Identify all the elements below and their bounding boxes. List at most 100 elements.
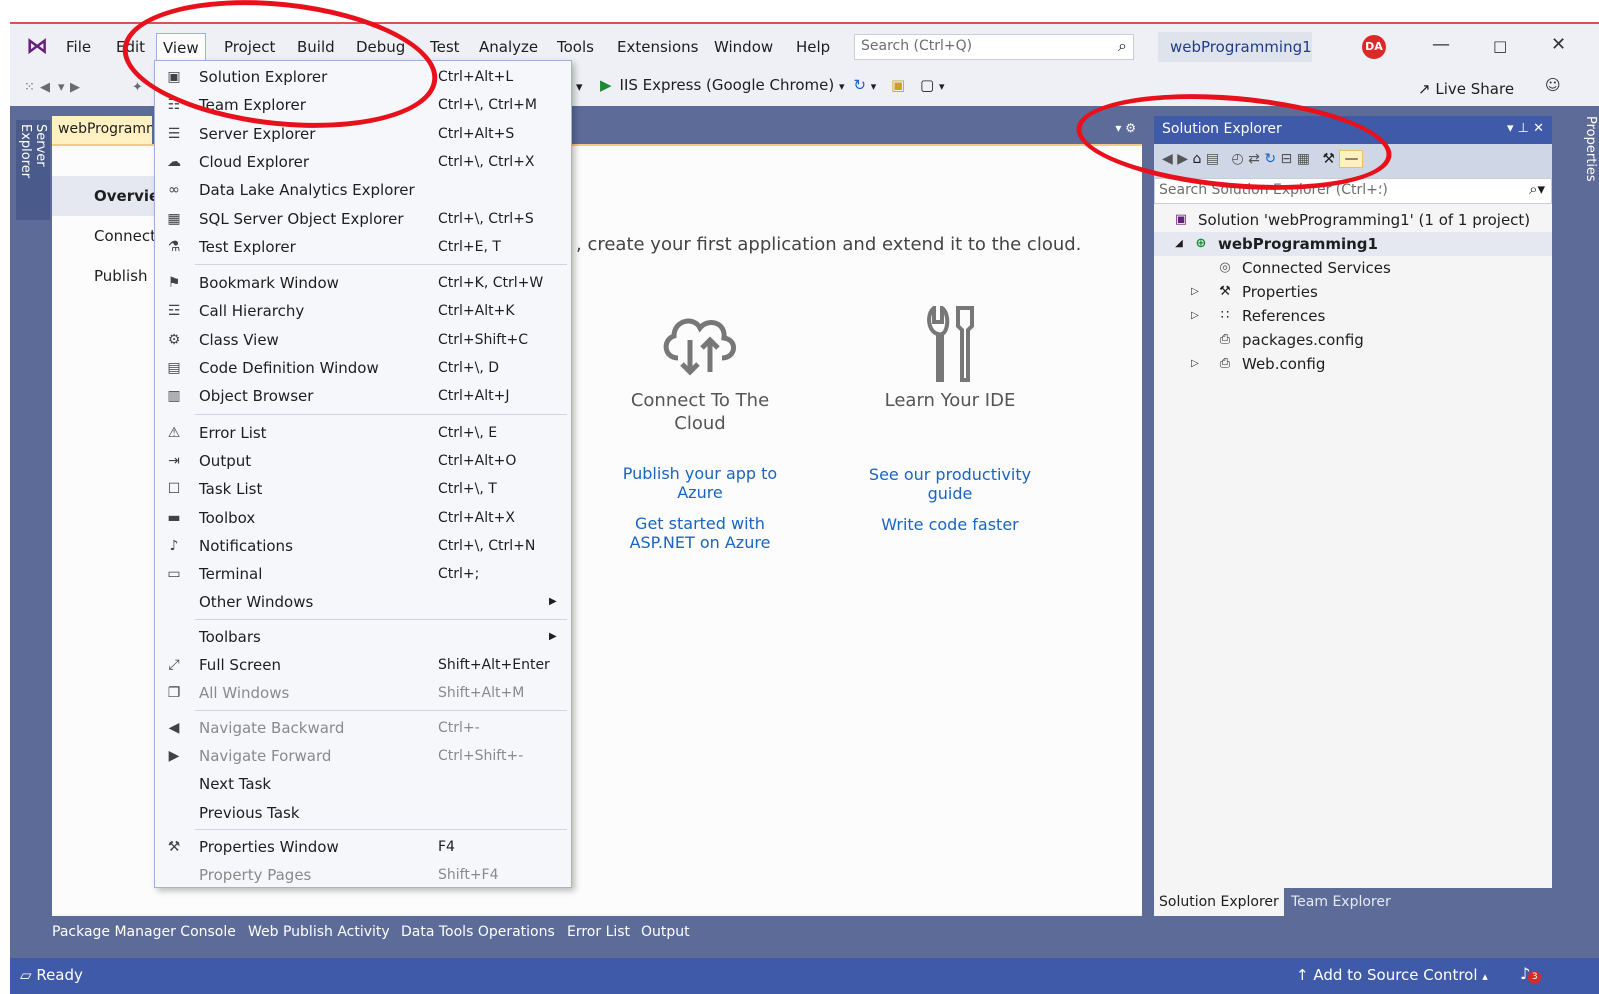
new-project-icon[interactable]: ✦ (132, 80, 143, 95)
menu-help[interactable]: Help (790, 36, 836, 58)
view-menu-item-notifications[interactable]: ♪ Notifications Ctrl+\, Ctrl+N (155, 532, 571, 560)
view-menu-item-full-screen[interactable]: ⤢ Full Screen Shift+Alt+Enter (155, 651, 571, 679)
menu-view[interactable]: View (156, 33, 206, 63)
view-menu-item-sql-server-object-explorer[interactable]: ▦ SQL Server Object Explorer Ctrl+\, Ctrl+… (155, 205, 571, 233)
tab-package-manager-console[interactable]: Package Manager Console (52, 924, 236, 940)
config-dropdown-icon[interactable]: ▾ (576, 80, 583, 95)
view-menu-item-navigate-backward[interactable]: ◀ Navigate Backward Ctrl+- (155, 714, 571, 742)
view-menu-item-call-hierarchy[interactable]: ☲ Call Hierarchy Ctrl+Alt+K (155, 297, 571, 325)
tree-web-config[interactable]: ▷ ⎙ Web.config (1154, 352, 1552, 376)
view-menu-item-solution-explorer[interactable]: ▣ Solution Explorer Ctrl+Alt+L (155, 63, 571, 91)
view-menu-item-code-definition-window[interactable]: ▤ Code Definition Window Ctrl+\, D (155, 354, 571, 382)
menu-file[interactable]: File (60, 36, 97, 58)
properties-side-tab[interactable]: Properties (1583, 116, 1598, 182)
view-menu-item-properties-window[interactable]: ⚒ Properties Window F4 (155, 833, 571, 861)
view-menu-item-server-explorer[interactable]: ☰ Server Explorer Ctrl+Alt+S (155, 120, 571, 148)
sync-icon[interactable]: ⇄ (1248, 151, 1260, 167)
menu-project[interactable]: Project (218, 36, 281, 58)
view-menu-item-class-view[interactable]: ⚙ Class View Ctrl+Shift+C (155, 326, 571, 354)
se-properties-icon[interactable]: ⚒ (1322, 151, 1335, 167)
view-menu-item-toolbars[interactable]: Toolbars ▶ (155, 623, 571, 651)
view-menu-item-task-list[interactable]: ☐ Task List Ctrl+\, T (155, 475, 571, 503)
nav-overview[interactable]: Overview (52, 176, 173, 216)
back-icon[interactable]: ◀ (40, 80, 50, 95)
close-icon[interactable]: ✕ (1551, 34, 1566, 55)
view-menu-item-previous-task[interactable]: Previous Task (155, 799, 571, 827)
tab-error-list[interactable]: Error List (567, 924, 630, 940)
tab-data-tools-operations[interactable]: Data Tools Operations (401, 924, 555, 940)
device-icon[interactable]: ▢ (920, 76, 934, 94)
tree-properties[interactable]: ▷ ⚒ Properties (1154, 280, 1552, 304)
add-to-source-control-button[interactable]: ↑ Add to Source Control ▴ (1296, 966, 1488, 984)
collapsed-chevron-icon[interactable]: ▷ (1188, 304, 1202, 328)
view-menu-item-next-task[interactable]: Next Task (155, 770, 571, 798)
menu-edit[interactable]: Edit (110, 36, 151, 58)
pending-changes-icon[interactable]: ◴ (1232, 151, 1244, 167)
avatar[interactable]: DA (1362, 35, 1386, 59)
server-explorer-side-tab[interactable]: Server Explorer (16, 120, 50, 220)
view-menu-item-all-windows[interactable]: ❐ All Windows Shift+Alt+M (155, 679, 571, 707)
menu-analyze[interactable]: Analyze (473, 36, 544, 58)
tab-team-explorer[interactable]: Team Explorer (1286, 888, 1396, 916)
view-menu-item-data-lake-analytics-explorer[interactable]: ∞ Data Lake Analytics Explorer (155, 176, 571, 204)
view-menu-item-object-browser[interactable]: ▥ Object Browser Ctrl+Alt+J (155, 382, 571, 410)
collapse-all-icon[interactable]: ⊟ (1281, 151, 1293, 167)
view-menu-item-toolbox[interactable]: ▬ Toolbox Ctrl+Alt+X (155, 504, 571, 532)
se-refresh-icon[interactable]: ↻ (1264, 151, 1276, 167)
collapsed-chevron-icon[interactable]: ▷ (1188, 352, 1202, 376)
tree-solution-node[interactable]: ▣ Solution 'webProgramming1' (1 of 1 pro… (1154, 208, 1552, 232)
home-icon[interactable]: ⌂ (1192, 151, 1201, 167)
notifications-button[interactable]: ♪ 3 (1520, 964, 1542, 984)
menu-tools[interactable]: Tools (551, 36, 600, 58)
tab-output[interactable]: Output (641, 924, 690, 940)
menu-debug[interactable]: Debug (350, 36, 411, 58)
view-menu-item-cloud-explorer[interactable]: ☁ Cloud Explorer Ctrl+\, Ctrl+X (155, 148, 571, 176)
panel-controls-icon[interactable]: ▾ ⊥ ✕ (1507, 121, 1544, 136)
forward-icon[interactable]: ▶ (70, 80, 80, 95)
view-menu-item-property-pages[interactable]: Property Pages Shift+F4 (155, 861, 571, 889)
maximize-icon[interactable]: □ (1493, 37, 1507, 55)
expanded-chevron-icon[interactable]: ◢ (1172, 232, 1186, 256)
menu-test[interactable]: Test (424, 36, 466, 58)
se-forward-icon[interactable]: ▶ (1177, 151, 1188, 167)
view-menu-item-error-list[interactable]: ⚠ Error List Ctrl+\, E (155, 419, 571, 447)
solution-explorer-search-input[interactable]: Search Solution Explorer (Ctrl+؛) ⌕▾ (1154, 178, 1552, 204)
browse-icon[interactable]: ▣ (891, 76, 905, 94)
solution-name-badge[interactable]: webProgramming1 (1158, 32, 1312, 62)
live-share-button[interactable]: ↗ Live Share (1418, 80, 1514, 98)
collapsed-chevron-icon[interactable]: ▷ (1188, 280, 1202, 304)
se-back-icon[interactable]: ◀ (1162, 151, 1173, 167)
refresh-icon[interactable]: ↻ (853, 76, 866, 94)
view-menu-item-navigate-forward[interactable]: ▶ Navigate Forward Ctrl+Shift+- (155, 742, 571, 770)
dropdown-arrow-icon[interactable]: ▾ (58, 80, 65, 95)
write-code-faster-link[interactable]: Write code faster (860, 515, 1040, 534)
view-menu-item-output[interactable]: ⇥ Output Ctrl+Alt+O (155, 447, 571, 475)
show-all-files-icon[interactable]: ▦ (1297, 151, 1310, 167)
tree-project-node[interactable]: ◢ ⊕ webProgramming1 (1154, 232, 1552, 256)
search-input[interactable]: Search (Ctrl+Q) ⌕ (854, 34, 1134, 60)
view-menu-item-bookmark-window[interactable]: ⚑ Bookmark Window Ctrl+K, Ctrl+W (155, 269, 571, 297)
tab-settings-icon[interactable]: ▾ ⚙ (1115, 121, 1136, 135)
document-tab[interactable]: webProgramm (52, 116, 152, 144)
nav-connected[interactable]: Connected (52, 216, 175, 256)
preview-selected-icon[interactable]: — (1339, 150, 1364, 168)
switch-views-icon[interactable]: ▤ (1206, 151, 1219, 167)
aspnet-azure-link[interactable]: Get started with ASP.NET on Azure (610, 514, 790, 552)
nav-publish[interactable]: Publish (52, 256, 162, 296)
feedback-icon[interactable]: ☺ (1545, 76, 1561, 94)
menu-window[interactable]: Window (708, 36, 779, 58)
toolbar-overflow-icon[interactable]: ▾ (939, 80, 945, 93)
publish-azure-link[interactable]: Publish your app to Azure (610, 464, 790, 502)
tree-connected-services[interactable]: ◎ Connected Services (1154, 256, 1552, 280)
menu-build[interactable]: Build (291, 36, 341, 58)
run-button[interactable]: ▶ IIS Express (Google Chrome) ▾ ↻ ▾ ▣ ▢ ▾ (600, 76, 944, 94)
view-menu-item-other-windows[interactable]: Other Windows ▶ (155, 588, 571, 616)
tab-solution-explorer[interactable]: Solution Explorer (1154, 888, 1284, 916)
tree-packages-config[interactable]: ⎙ packages.config (1154, 328, 1552, 352)
productivity-guide-link[interactable]: See our productivity guide (860, 465, 1040, 503)
minimize-icon[interactable]: — (1432, 34, 1450, 55)
menu-extensions[interactable]: Extensions (611, 36, 704, 58)
view-menu-item-test-explorer[interactable]: ⚗ Test Explorer Ctrl+E, T (155, 233, 571, 261)
tab-web-publish-activity[interactable]: Web Publish Activity (248, 924, 390, 940)
view-menu-item-team-explorer[interactable]: ☷ Team Explorer Ctrl+\, Ctrl+M (155, 91, 571, 119)
